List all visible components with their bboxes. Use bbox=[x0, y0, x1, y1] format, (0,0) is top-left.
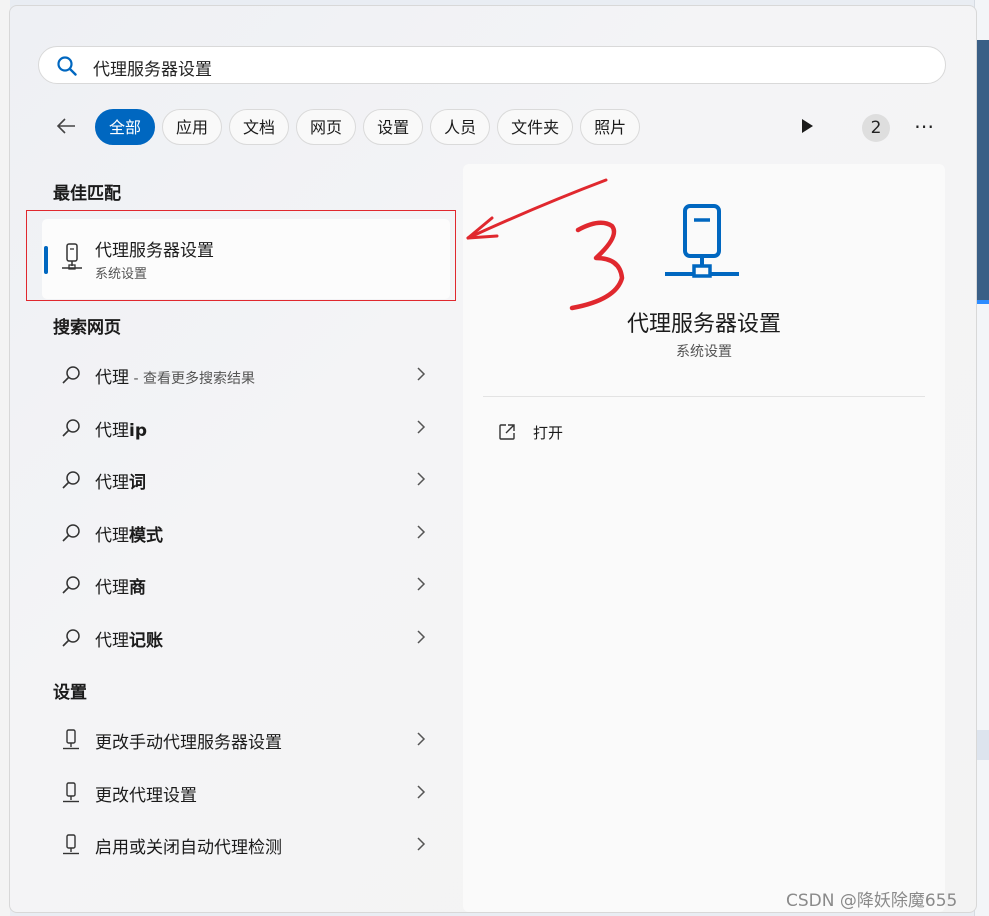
web-search-item-bold: ip bbox=[129, 421, 147, 441]
search-icon bbox=[62, 419, 80, 437]
filter-tabs: 全部 应用 文档 网页 设置 人员 文件夹 照片 bbox=[95, 109, 641, 145]
chevron-right-icon bbox=[417, 630, 426, 644]
web-search-item-bold: 词 bbox=[129, 473, 146, 493]
settings-item-label: 更改代理设置 bbox=[95, 786, 197, 806]
search-query-text: 代理服务器设置 bbox=[93, 60, 212, 80]
web-search-item-prefix: 代理 bbox=[95, 578, 129, 598]
proxy-server-icon bbox=[63, 729, 79, 750]
section-title-best-match: 最佳匹配 bbox=[53, 184, 121, 204]
search-input[interactable]: 代理服务器设置 bbox=[38, 46, 946, 84]
web-search-item-hint: - 查看更多搜索结果 bbox=[129, 371, 255, 387]
web-search-item[interactable]: 代理商 bbox=[50, 560, 450, 608]
divider bbox=[483, 396, 925, 397]
play-more-tabs-icon[interactable] bbox=[800, 118, 814, 134]
chevron-right-icon bbox=[417, 367, 426, 381]
settings-item[interactable]: 更改手动代理服务器设置 bbox=[50, 715, 450, 763]
tab-documents[interactable]: 文档 bbox=[229, 109, 290, 145]
chevron-right-icon bbox=[417, 577, 426, 591]
web-search-item-prefix: 代理 bbox=[95, 421, 129, 441]
preview-pane: 代理服务器设置 系统设置 打开 bbox=[463, 164, 945, 912]
search-icon bbox=[62, 366, 80, 384]
search-icon bbox=[62, 576, 80, 594]
tab-apps[interactable]: 应用 bbox=[162, 109, 223, 145]
section-title-settings: 设置 bbox=[53, 683, 87, 703]
start-search-panel: 代理服务器设置 全部 应用 文档 网页 设置 人员 文件夹 照片 2 ⋯ 最佳匹… bbox=[9, 5, 977, 913]
chevron-right-icon bbox=[417, 785, 426, 799]
chevron-right-icon bbox=[417, 420, 426, 434]
open-external-icon[interactable] bbox=[498, 423, 516, 441]
web-search-item-prefix: 代理 bbox=[95, 368, 129, 388]
web-search-item[interactable]: 代理ip bbox=[50, 403, 450, 451]
tab-people[interactable]: 人员 bbox=[430, 109, 491, 145]
web-search-item[interactable]: 代理词 bbox=[50, 455, 450, 503]
tab-all[interactable]: 全部 bbox=[95, 109, 156, 145]
proxy-server-icon bbox=[63, 834, 79, 855]
chevron-right-icon bbox=[417, 472, 426, 486]
more-options-icon[interactable]: ⋯ bbox=[914, 114, 935, 138]
web-search-item[interactable]: 代理模式 bbox=[50, 508, 450, 556]
settings-item[interactable]: 更改代理设置 bbox=[50, 768, 450, 816]
web-search-item-prefix: 代理 bbox=[95, 526, 129, 546]
search-icon bbox=[62, 524, 80, 542]
chevron-right-icon bbox=[417, 525, 426, 539]
search-icon bbox=[62, 629, 80, 647]
annotation-highlight-box bbox=[26, 210, 456, 301]
preview-title: 代理服务器设置 bbox=[626, 312, 781, 337]
section-title-web-search: 搜索网页 bbox=[53, 318, 121, 338]
web-search-item-bold: 记账 bbox=[129, 631, 163, 651]
settings-item-label: 更改手动代理服务器设置 bbox=[95, 733, 282, 753]
rewards-badge[interactable]: 2 bbox=[862, 114, 890, 142]
watermark: CSDN @降妖除魔655 bbox=[786, 891, 958, 911]
chevron-right-icon bbox=[417, 837, 426, 851]
preview-subtitle: 系统设置 bbox=[676, 344, 732, 360]
tab-photos[interactable]: 照片 bbox=[580, 109, 641, 145]
settings-item[interactable]: 启用或关闭自动代理检测 bbox=[50, 820, 450, 868]
tab-web[interactable]: 网页 bbox=[296, 109, 357, 145]
web-search-item-prefix: 代理 bbox=[95, 473, 129, 493]
chevron-right-icon bbox=[417, 732, 426, 746]
search-icon bbox=[62, 471, 80, 489]
web-search-item[interactable]: 代理 - 查看更多搜索结果 bbox=[50, 350, 450, 398]
proxy-server-icon bbox=[63, 782, 79, 803]
tab-folders[interactable]: 文件夹 bbox=[497, 109, 574, 145]
web-search-item-bold: 模式 bbox=[129, 526, 163, 546]
web-search-item-bold: 商 bbox=[129, 578, 146, 598]
settings-item-label: 启用或关闭自动代理检测 bbox=[95, 838, 282, 858]
back-arrow-icon[interactable] bbox=[54, 114, 78, 138]
open-action-label[interactable]: 打开 bbox=[533, 422, 563, 443]
search-icon bbox=[57, 56, 77, 76]
web-search-item[interactable]: 代理记账 bbox=[50, 613, 450, 661]
tab-settings[interactable]: 设置 bbox=[363, 109, 424, 145]
web-search-item-prefix: 代理 bbox=[95, 631, 129, 651]
proxy-server-large-icon bbox=[665, 204, 739, 278]
